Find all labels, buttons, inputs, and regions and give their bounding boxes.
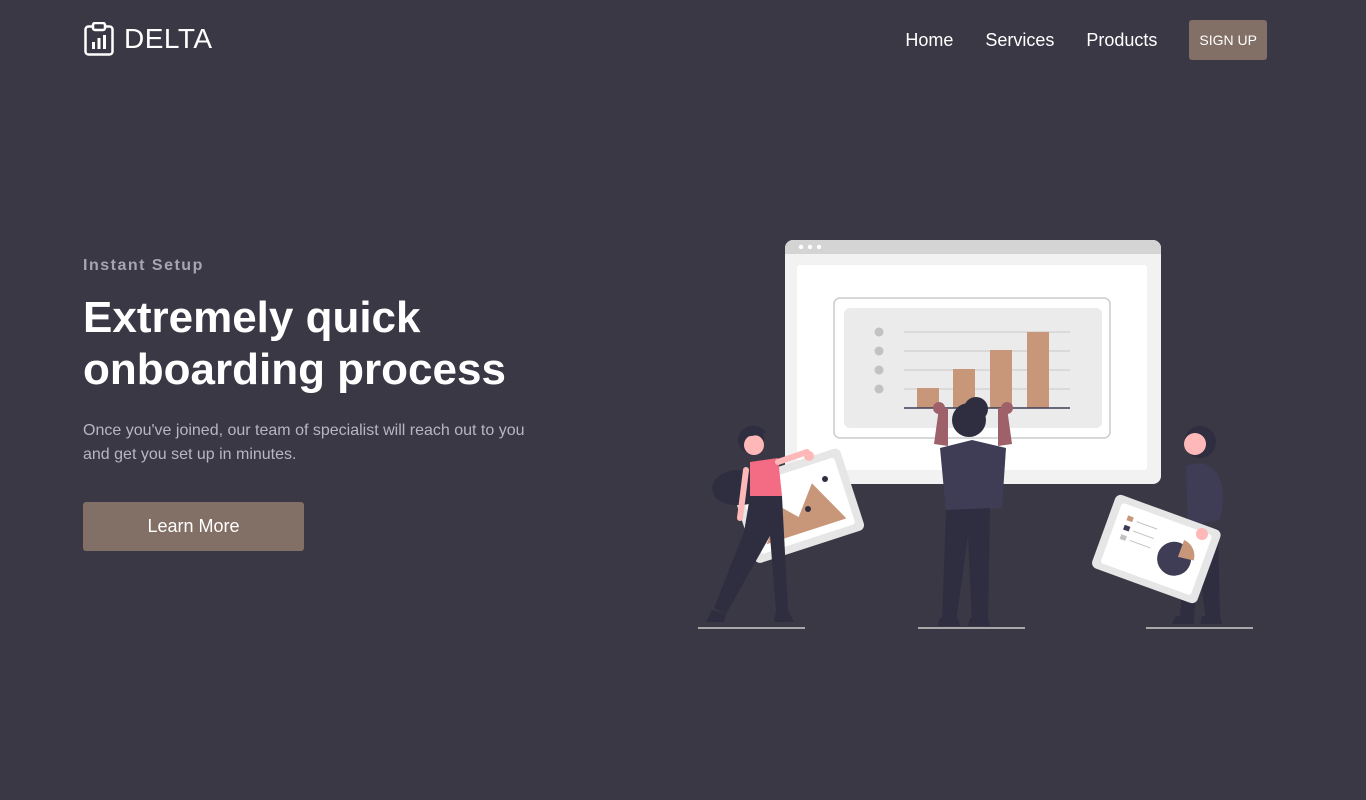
nav-services[interactable]: Services xyxy=(985,20,1054,60)
headline-line-1: Extremely quick xyxy=(83,293,421,342)
landing-page: DELTA Home Services Products SIGN UP Ins… xyxy=(0,0,1366,800)
brand-name: DELTA xyxy=(124,23,213,54)
nav-home[interactable]: Home xyxy=(905,20,953,60)
woman-figure-graphic xyxy=(698,425,865,629)
nav-products[interactable]: Products xyxy=(1086,20,1157,60)
signup-button[interactable]: SIGN UP xyxy=(1189,20,1267,60)
hero-description: Once you've joined, our team of speciali… xyxy=(83,422,525,463)
headline-line-2: onboarding process xyxy=(83,345,506,394)
clipboard-chart-icon xyxy=(84,22,114,56)
brand-logo[interactable]: DELTA xyxy=(84,22,213,56)
learn-more-button[interactable]: Learn More xyxy=(83,502,304,551)
hero-headline: Extremely quick onboarding process xyxy=(83,292,603,396)
main-nav: Home Services Products SIGN UP xyxy=(905,20,1267,60)
hero-eyebrow: Instant Setup xyxy=(83,257,204,274)
team-analytics-illustration xyxy=(698,240,1253,629)
